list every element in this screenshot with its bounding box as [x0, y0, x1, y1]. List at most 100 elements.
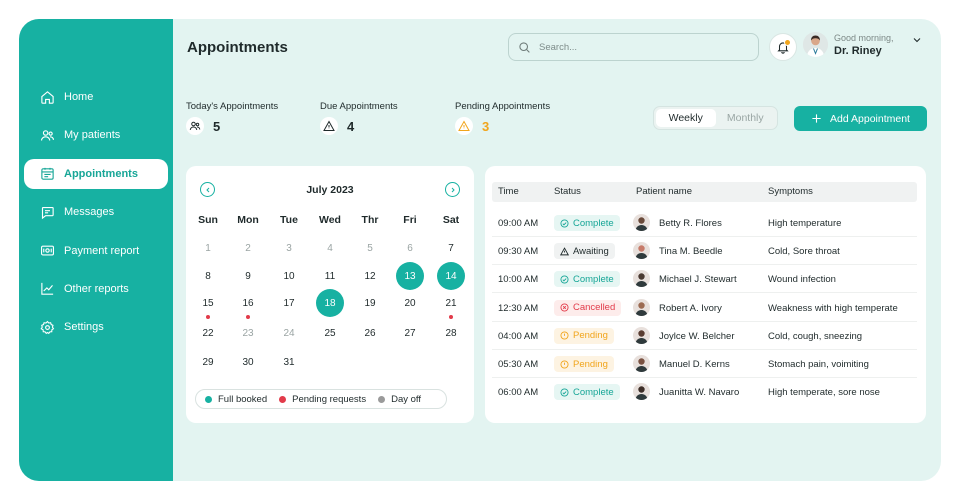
table-row[interactable]: 12:30 AM Cancelled Robert A. Ivory Weakness… — [492, 294, 917, 322]
chevron-down-icon[interactable] — [911, 34, 923, 46]
weekday-header: Sat — [442, 214, 460, 226]
calendar-day[interactable]: 28 — [437, 319, 465, 347]
calendar-day[interactable]: 5 — [356, 234, 384, 262]
warning-icon — [560, 246, 569, 256]
x-circle-icon — [560, 303, 569, 312]
cell-symptoms: High temperate, sore nose — [768, 387, 880, 399]
legend-day-off: Day off — [378, 394, 421, 405]
sidebar-item-payment-report[interactable]: Payment report — [24, 236, 168, 266]
calendar-day[interactable]: 8 — [194, 262, 222, 290]
cell-patient-name: Michael J. Stewart — [659, 274, 737, 286]
calendar-day[interactable]: 19 — [356, 289, 384, 317]
main-content: Appointments Good morning, Dr. Riney Tod… — [173, 19, 941, 481]
sidebar-item-settings[interactable]: Settings — [24, 312, 168, 342]
search-input[interactable] — [539, 41, 739, 53]
avatar[interactable] — [803, 32, 828, 57]
view-toggle: Weekly Monthly — [653, 106, 778, 130]
sidebar-item-my-patients[interactable]: My patients — [24, 120, 168, 150]
toggle-monthly[interactable]: Monthly — [716, 109, 776, 127]
calendar-day[interactable]: 11 — [316, 262, 344, 290]
toggle-weekly[interactable]: Weekly — [656, 109, 716, 127]
payment-icon — [41, 245, 54, 256]
cell-patient-name: Joylce W. Belcher — [659, 330, 735, 342]
status-label: Complete — [573, 386, 614, 398]
table-row[interactable]: 06:00 AM Complete Juanitta W. Navaro High t… — [492, 378, 917, 406]
sidebar-item-appointments[interactable]: Appointments — [24, 158, 168, 189]
notifications-button[interactable] — [769, 33, 797, 61]
page-title: Appointments — [187, 39, 288, 56]
calendar-day[interactable]: 4 — [316, 234, 344, 262]
chart-line-icon — [41, 283, 54, 296]
weekday-header: Wed — [319, 214, 341, 226]
status-badge: Complete — [554, 384, 620, 401]
check-circle-icon — [560, 275, 569, 284]
stat-label: Pending Appointments — [455, 101, 551, 112]
calendar-day[interactable]: 13 — [396, 262, 424, 290]
calendar-day[interactable]: 27 — [396, 319, 424, 347]
calendar-day[interactable]: 30 — [234, 348, 262, 376]
calendar-day[interactable]: 21 — [437, 289, 465, 317]
calendar-day[interactable]: 2 — [234, 234, 262, 262]
weekday-header: Fri — [403, 214, 417, 226]
calendar-day[interactable]: 26 — [356, 319, 384, 347]
patient-avatar — [633, 242, 650, 260]
calendar-day[interactable]: 15 — [194, 289, 222, 317]
status-badge: Pending — [554, 327, 614, 344]
calendar-day[interactable]: 16 — [234, 289, 262, 317]
user-greeting: Good morning, Dr. Riney — [834, 33, 894, 57]
cell-symptoms: Cold, Sore throat — [768, 246, 840, 258]
calendar-day[interactable]: 25 — [316, 319, 344, 347]
table-row[interactable]: 10:00 AM Complete Michael J. Stewart Wound … — [492, 265, 917, 294]
warning-icon — [455, 117, 473, 135]
calendar-day[interactable]: 20 — [396, 289, 424, 317]
sidebar-item-label: Messages — [64, 206, 115, 219]
cell-patient-name: Tina M. Beedle — [659, 246, 723, 258]
users-icon — [186, 117, 204, 135]
calendar-day[interactable]: 6 — [396, 234, 424, 262]
next-month-button[interactable] — [445, 182, 460, 197]
calendar-day[interactable]: 9 — [234, 262, 262, 290]
status-badge: Complete — [554, 271, 620, 288]
calendar-day[interactable]: 24 — [275, 319, 303, 347]
calendar-day[interactable]: 14 — [437, 262, 465, 290]
calendar-day[interactable]: 7 — [437, 234, 465, 262]
table-row[interactable]: 05:30 AM Pending Manuel D. Kerns Stomach pa… — [492, 350, 917, 378]
calendar-day[interactable]: 29 — [194, 348, 222, 376]
sidebar-item-home[interactable]: Home — [24, 82, 168, 112]
table-row[interactable]: 09:00 AM Complete Betty R. Flores High temp… — [492, 209, 917, 237]
status-label: Cancelled — [573, 302, 616, 314]
cell-symptoms: Stomach pain, voimiting — [768, 359, 869, 370]
search-bar[interactable] — [508, 33, 759, 61]
message-icon — [41, 206, 54, 219]
sidebar-item-label: Appointments — [64, 167, 138, 180]
add-appointment-button[interactable]: Add Appointment — [794, 106, 927, 131]
sidebar-item-messages[interactable]: Messages — [24, 197, 168, 227]
calendar-day[interactable]: 12 — [356, 262, 384, 290]
calendar-day[interactable]: 10 — [275, 262, 303, 290]
warning-icon — [320, 117, 338, 135]
calendar-day[interactable]: 31 — [275, 348, 303, 376]
calendar-day[interactable]: 22 — [194, 319, 222, 347]
calendar-day[interactable]: 1 — [194, 234, 222, 262]
calendar-day[interactable]: 18 — [316, 289, 344, 317]
weekday-header: Sun — [198, 214, 218, 226]
search-icon — [519, 41, 530, 53]
stat-label: Today's Appointments — [186, 101, 279, 112]
calendar-day[interactable]: 23 — [234, 319, 262, 347]
sidebar-item-other-reports[interactable]: Other reports — [24, 274, 168, 304]
table-row[interactable]: 09:30 AM Awaiting Tina M. Beedle Cold, Sore… — [492, 237, 917, 266]
weekday-header: Thr — [361, 214, 379, 226]
table-header: Time Status Patient name Symptoms — [492, 182, 917, 202]
calendar-day[interactable]: 17 — [275, 289, 303, 317]
cell-patient-name: Manuel D. Kerns — [659, 359, 730, 370]
status-badge: Cancelled — [554, 299, 622, 316]
cell-symptoms: Weakness with high temperate — [768, 302, 898, 314]
chevron-right-icon — [451, 187, 455, 192]
patient-avatar — [633, 270, 650, 288]
stat-value: 5 — [213, 118, 221, 134]
table-row[interactable]: 04:00 AM Pending Joylce W. Belcher Cold, co… — [492, 322, 917, 350]
appointments-table: Time Status Patient name Symptoms 09:00 … — [485, 166, 926, 423]
calendar-day[interactable]: 3 — [275, 234, 303, 262]
stat-todays-appointments: Today's Appointments 5 — [186, 101, 278, 135]
cell-symptoms: Wound infection — [768, 274, 836, 286]
